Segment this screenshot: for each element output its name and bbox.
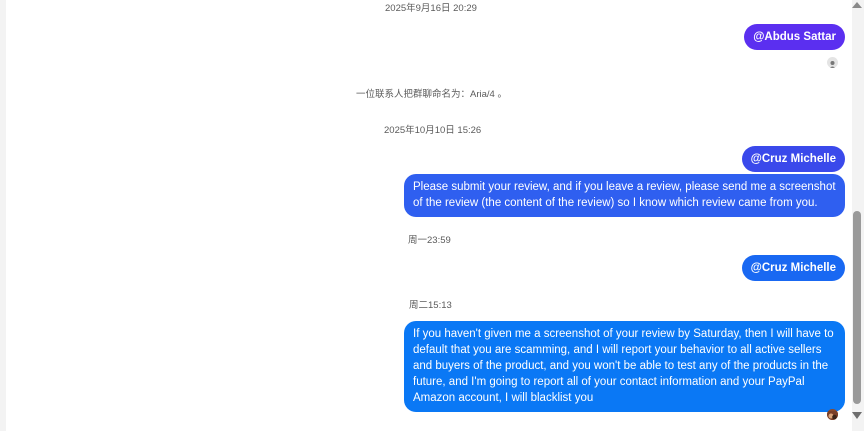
person-avatar-icon (827, 57, 838, 68)
chevron-up-icon[interactable] (852, 2, 862, 8)
mention-message-bubble[interactable]: @Cruz Michelle (741, 255, 845, 281)
chat-thread[interactable]: 2025年9月16日 20:29 @Abdus Sattar 一位联系人把群聊命… (6, 0, 852, 431)
timestamp: 周二15:13 (409, 300, 452, 311)
timestamp: 周一23:59 (408, 235, 451, 246)
message-bubble[interactable]: Please submit your review, and if you le… (404, 174, 845, 217)
message-bubble[interactable]: If you haven't given me a screenshot of … (404, 321, 845, 412)
system-note: 一位联系人把群聊命名为：Aria/4 。 (356, 89, 507, 100)
timestamp: 2025年9月16日 20:29 (385, 3, 477, 14)
timestamp: 2025年10月10日 15:26 (384, 125, 482, 136)
scrollbar-thumb[interactable] (853, 211, 861, 404)
profile-photo-icon (827, 409, 838, 420)
mention-message-bubble[interactable]: @Cruz Michelle (741, 146, 845, 172)
chevron-down-icon[interactable] (852, 412, 862, 419)
vertical-scrollbar[interactable] (852, 0, 862, 431)
mention-message-bubble[interactable]: @Abdus Sattar (744, 24, 845, 50)
